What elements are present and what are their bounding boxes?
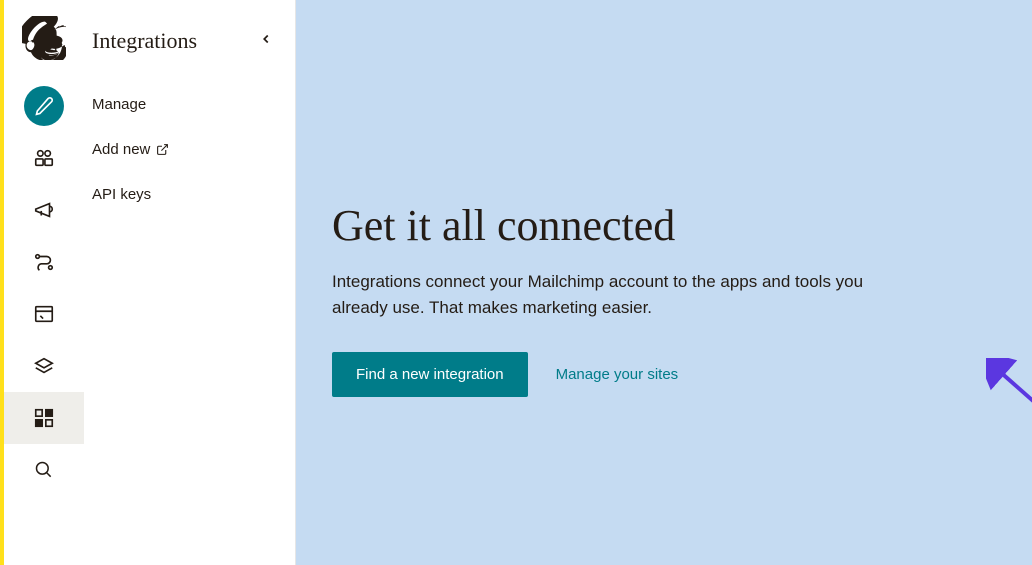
sidebar: Integrations Manage Add new API keys bbox=[84, 0, 296, 565]
integrations-icon bbox=[24, 398, 64, 438]
sidebar-item-api-keys[interactable]: API keys bbox=[84, 172, 295, 217]
main-content: Get it all connected Integrations connec… bbox=[296, 0, 1032, 565]
find-integration-button[interactable]: Find a new integration bbox=[332, 352, 528, 397]
manage-sites-link[interactable]: Manage your sites bbox=[556, 366, 679, 383]
sidebar-item-label: Add new bbox=[92, 141, 150, 158]
sidebar-item-add-new[interactable]: Add new bbox=[84, 127, 295, 172]
journey-icon bbox=[24, 242, 64, 282]
sidebar-title: Integrations bbox=[92, 28, 197, 54]
external-link-icon bbox=[156, 143, 169, 156]
rail-item-audience[interactable] bbox=[4, 132, 84, 184]
pencil-icon bbox=[24, 86, 64, 126]
rail-item-search[interactable] bbox=[4, 444, 84, 496]
chevron-left-icon[interactable] bbox=[259, 32, 273, 51]
mailchimp-logo[interactable] bbox=[22, 16, 66, 60]
megaphone-icon bbox=[24, 190, 64, 230]
rail-item-automations[interactable] bbox=[4, 236, 84, 288]
website-icon bbox=[24, 294, 64, 334]
sidebar-item-label: API keys bbox=[92, 186, 151, 203]
rail-item-content[interactable] bbox=[4, 340, 84, 392]
actions-row: Find a new integration Manage your sites bbox=[332, 352, 996, 397]
rail-item-campaigns[interactable] bbox=[4, 184, 84, 236]
hero-heading: Get it all connected bbox=[332, 200, 996, 251]
audience-icon bbox=[24, 138, 64, 178]
content-icon bbox=[24, 346, 64, 386]
sidebar-item-manage[interactable]: Manage bbox=[84, 82, 295, 127]
rail-item-create[interactable] bbox=[4, 80, 84, 132]
rail-item-website[interactable] bbox=[4, 288, 84, 340]
rail-item-integrations[interactable] bbox=[4, 392, 84, 444]
icon-rail bbox=[4, 0, 84, 565]
hero-description: Integrations connect your Mailchimp acco… bbox=[332, 269, 872, 320]
sidebar-item-label: Manage bbox=[92, 96, 146, 113]
search-icon bbox=[24, 450, 64, 490]
